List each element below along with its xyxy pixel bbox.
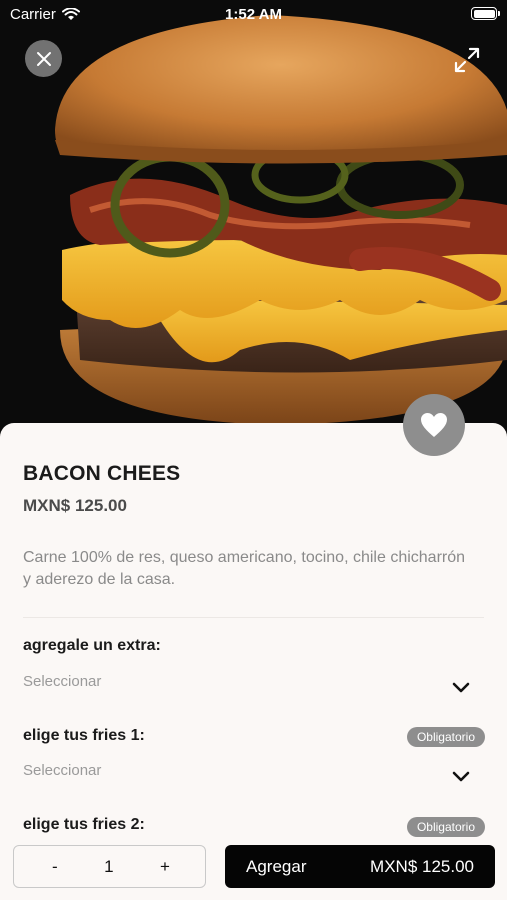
option-select-extra[interactable]: Seleccionar — [23, 673, 101, 690]
product-title: BACON CHEES — [23, 462, 181, 485]
add-to-cart-button[interactable]: Agregar MXN$ 125.00 — [225, 845, 495, 888]
quantity-stepper: - 1 + — [13, 845, 206, 888]
add-button-price: MXN$ 125.00 — [370, 856, 474, 876]
close-icon — [36, 51, 51, 66]
burger-photo — [0, 0, 507, 440]
decrement-button[interactable]: - — [52, 857, 58, 877]
required-badge: Obligatorio — [406, 727, 485, 747]
favorite-button[interactable] — [403, 394, 465, 456]
divider — [23, 617, 484, 618]
product-description: Carne 100% de res, queso americano, toci… — [23, 549, 466, 588]
expand-button[interactable] — [453, 46, 481, 74]
clock: 1:52 AM — [225, 6, 282, 23]
option-label-fries-2: elige tus fries 2: — [23, 816, 145, 833]
status-bar: Carrier 1:52 AM — [0, 0, 507, 28]
increment-button[interactable]: + — [160, 857, 170, 877]
expand-icon — [454, 47, 480, 73]
battery-icon — [471, 7, 500, 20]
product-image — [0, 0, 507, 440]
option-select-fries-1[interactable]: Seleccionar — [23, 762, 101, 779]
option-label-fries-1: elige tus fries 1: — [23, 727, 145, 744]
quantity-value: 1 — [104, 856, 114, 876]
heart-icon — [421, 413, 447, 437]
option-label-extra: agregale un extra: — [23, 637, 161, 654]
required-badge: Obligatorio — [406, 817, 485, 837]
close-button[interactable] — [25, 40, 62, 77]
chevron-down-icon[interactable] — [451, 770, 471, 784]
product-price: MXN$ 125.00 — [23, 496, 127, 515]
chevron-down-icon[interactable] — [451, 681, 471, 695]
add-button-label: Agregar — [246, 856, 307, 876]
